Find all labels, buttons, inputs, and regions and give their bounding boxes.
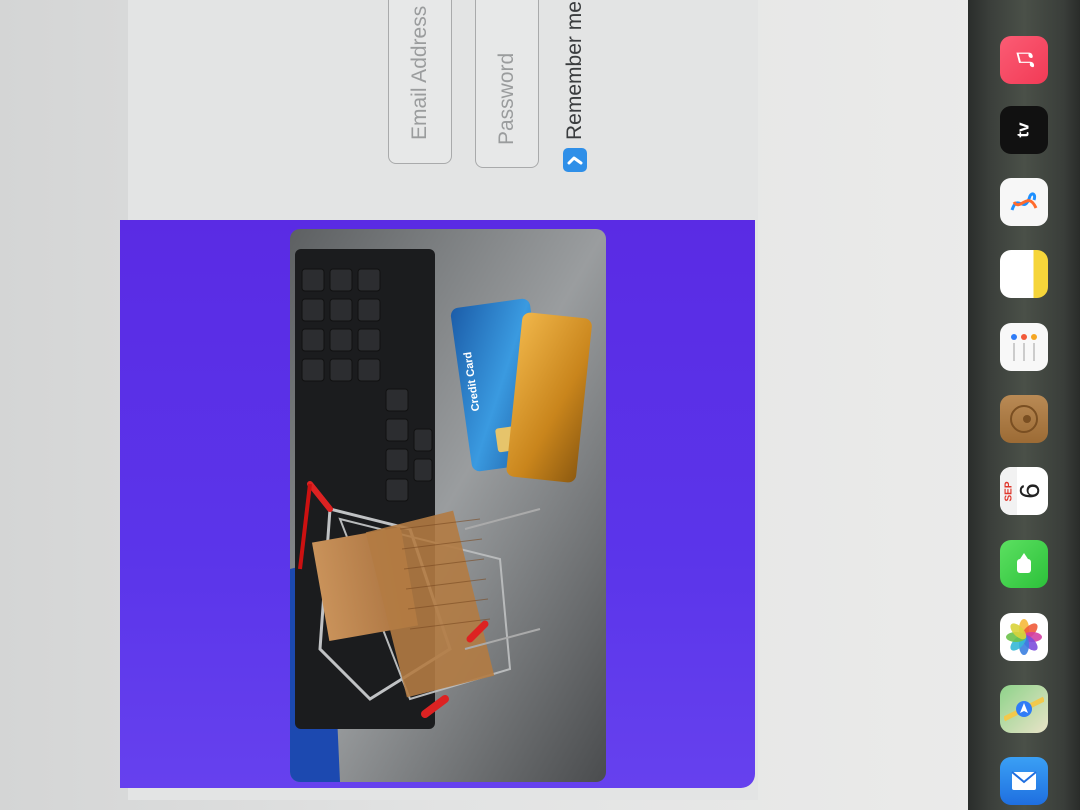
dock-item-facetime[interactable] <box>1000 540 1048 588</box>
calendar-month: SEP <box>1003 480 1015 502</box>
dock-item-tv[interactable]: tv <box>1000 106 1048 154</box>
dock-item-music[interactable]: ♫ <box>1000 36 1048 84</box>
tv-icon: tv <box>1014 122 1033 138</box>
dock-item-reminders[interactable] <box>1000 323 1048 371</box>
password-placeholder: Password <box>495 52 518 145</box>
photos-icon <box>1006 619 1042 655</box>
calendar-day: 6 <box>1013 483 1045 499</box>
shopping-cart-credit-card-photo: Credit Card <box>290 229 606 782</box>
dock-item-maps[interactable] <box>1000 685 1048 733</box>
remember-me-checkbox[interactable] <box>563 148 587 172</box>
freeform-icon <box>1010 192 1038 211</box>
dock-item-freeform[interactable] <box>1000 178 1048 226</box>
maps-icon <box>1004 696 1044 722</box>
remember-me-label: Remember me <box>563 1 586 140</box>
music-note-icon: ♫ <box>1007 48 1040 72</box>
dock-item-mail[interactable] <box>1000 757 1048 805</box>
checkmark-icon <box>567 156 583 165</box>
envelope-icon <box>1011 771 1037 790</box>
video-camera-icon <box>1017 553 1031 573</box>
dock-item-notes[interactable] <box>1000 250 1048 298</box>
reminders-icon <box>1011 334 1037 361</box>
dock-item-calendar[interactable]: SEP 6 <box>1000 467 1048 515</box>
dock-item-contacts[interactable] <box>1000 395 1048 443</box>
email-placeholder: Email Address <box>408 5 431 140</box>
dock-item-photos[interactable] <box>1000 613 1048 661</box>
contacts-icon <box>1010 405 1038 433</box>
